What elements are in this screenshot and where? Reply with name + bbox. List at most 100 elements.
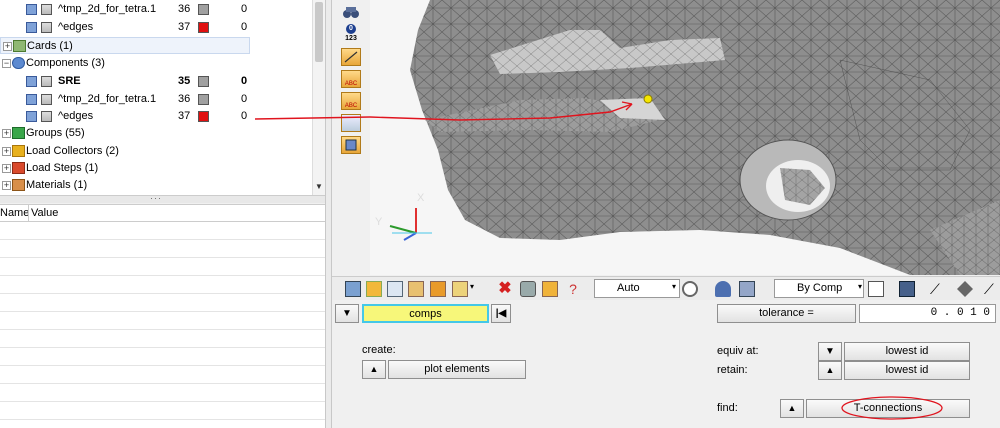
isolate-icon[interactable] [408, 281, 424, 297]
component-name: ^tmp_2d_for_tetra.1 [58, 93, 157, 105]
retain-label: retain: [717, 364, 748, 376]
component-color-swatch[interactable] [198, 111, 209, 122]
tolerance-button[interactable]: tolerance = [717, 304, 856, 323]
retain-toggle-icon[interactable]: ▲ [818, 361, 842, 380]
tree-splitter[interactable]: ··· [0, 193, 325, 203]
organize-icon[interactable] [520, 281, 536, 297]
entity-selector-comps[interactable]: comps [362, 304, 489, 323]
label-icon[interactable]: ABC [341, 70, 361, 88]
mesh-icon [41, 111, 52, 122]
scroll-down-arrow-icon[interactable]: ▼ [315, 182, 323, 191]
expand-icon[interactable]: + [2, 147, 11, 156]
expand-icon[interactable]: + [2, 164, 11, 173]
pane-splitter[interactable] [325, 0, 332, 428]
chevron-down-icon[interactable]: ▾ [470, 282, 474, 291]
retain-button[interactable]: lowest id [844, 361, 970, 380]
fiber-icon[interactable] [682, 281, 698, 297]
equiv-at-label: equiv at: [717, 345, 759, 357]
numbers-label: 123 [345, 35, 357, 42]
grip-icon[interactable]: ··· [150, 193, 162, 203]
translate-icon[interactable] [542, 281, 558, 297]
component-color-swatch[interactable] [198, 22, 209, 33]
tree-row-tmp2d[interactable]: ^tmp_2d_for_tetra.1 36 0 [0, 1, 312, 18]
solid-mesh-icon[interactable] [899, 281, 915, 297]
component-include: 0 [241, 75, 248, 87]
component-icon [26, 111, 37, 122]
equiv-at-value: lowest id [885, 345, 929, 357]
tree-row-edges[interactable]: ^edges 37 0 [0, 19, 312, 36]
col-header-value[interactable]: Value [31, 205, 58, 222]
collapse-icon[interactable]: − [2, 59, 11, 68]
plane-icon[interactable] [957, 281, 973, 297]
component-id: 36 [178, 3, 191, 15]
expand-icon[interactable]: + [2, 129, 11, 138]
find-toggle-icon[interactable]: ▲ [780, 399, 804, 418]
tree-item-cards[interactable]: + Cards (1) [0, 37, 250, 54]
line-icon[interactable]: ⟋ [930, 281, 946, 297]
tree-item-components[interactable]: − Components (3) [0, 55, 312, 72]
expand-icon[interactable]: + [3, 42, 12, 51]
equiv-at-button[interactable]: lowest id [844, 342, 970, 361]
tolerance-input[interactable]: 0 . 0 1 0 [859, 304, 996, 323]
binoculars-icon[interactable] [342, 4, 360, 20]
wireframe-icon[interactable] [868, 281, 884, 297]
component-id: 37 [178, 21, 191, 33]
delete-icon[interactable]: ✖ [497, 281, 513, 297]
component-icon [26, 22, 37, 33]
element-shrink-icon[interactable] [715, 281, 731, 297]
reveal-icon[interactable] [452, 281, 468, 297]
note-icon[interactable] [341, 136, 361, 154]
component-color-swatch[interactable] [198, 94, 209, 105]
scrollbar-thumb[interactable] [315, 2, 323, 62]
col-header-name[interactable]: Name [0, 205, 29, 222]
component-id: 36 [178, 93, 191, 105]
tree-vertical-scrollbar[interactable]: ▼ [312, 0, 325, 195]
component-icon [26, 94, 37, 105]
display-mode-select[interactable]: Auto [594, 279, 680, 298]
mask-icon[interactable] [387, 281, 403, 297]
tree-item-label: Materials (1) [26, 179, 88, 191]
tag-icon[interactable] [341, 48, 361, 66]
expand-icon[interactable]: + [2, 181, 11, 190]
mesh-icon [41, 94, 52, 105]
mesh-icon [41, 4, 52, 15]
component-name: ^tmp_2d_for_tetra.1 [58, 3, 157, 15]
chevron-down-icon[interactable]: ▾ [858, 282, 862, 291]
visibility-icon[interactable] [366, 281, 382, 297]
groups-icon [12, 127, 25, 139]
material-icon [12, 179, 25, 191]
mesh-icon [41, 76, 52, 87]
numbers-icon[interactable]: 0 123 [340, 24, 362, 46]
entity-type-dropdown-button[interactable]: ▼ [335, 304, 359, 323]
3d-element-icon[interactable] [739, 281, 755, 297]
tree-item-load-steps[interactable]: + Load Steps (1) [0, 160, 312, 177]
visualization-toolbar: 0 123 ABC ABC [332, 0, 370, 275]
triad-x-label: X [417, 192, 425, 204]
triad-y-label: Y [375, 216, 383, 228]
annotation-circle [841, 396, 943, 420]
cards-icon [13, 40, 26, 52]
chevron-down-icon[interactable]: ▾ [672, 282, 676, 291]
graphics-viewport[interactable]: X Y [370, 0, 1000, 275]
tree-item-materials[interactable]: + Materials (1) [0, 177, 312, 194]
color-mode-select[interactable]: By Comp [774, 279, 864, 298]
reverse-selection-icon[interactable]: |◀ [491, 304, 511, 323]
help-icon[interactable]: ? [565, 281, 581, 297]
component-color-swatch[interactable] [198, 4, 209, 15]
tree-item-label: Components (3) [26, 57, 105, 69]
component-color-swatch[interactable] [198, 76, 209, 87]
create-toggle-button[interactable]: plot elements [388, 360, 526, 379]
tree-row-sre[interactable]: SRE 35 0 [0, 73, 312, 90]
entity-properties-table: Name Value [0, 204, 325, 428]
components-icon [12, 57, 25, 69]
find-icon[interactable] [430, 281, 446, 297]
create-toggle-icon[interactable]: ▲ [362, 360, 386, 379]
line-style-icon[interactable]: ⟋ [984, 281, 1000, 297]
tree-item-groups[interactable]: + Groups (55) [0, 125, 312, 142]
component-icon [26, 76, 37, 87]
tree-item-label: Groups (55) [26, 127, 85, 139]
component-id: 37 [178, 110, 191, 122]
tree-item-load-collectors[interactable]: + Load Collectors (2) [0, 143, 312, 160]
equiv-at-dropdown-icon[interactable]: ▼ [818, 342, 842, 361]
display-icon[interactable] [345, 281, 361, 297]
